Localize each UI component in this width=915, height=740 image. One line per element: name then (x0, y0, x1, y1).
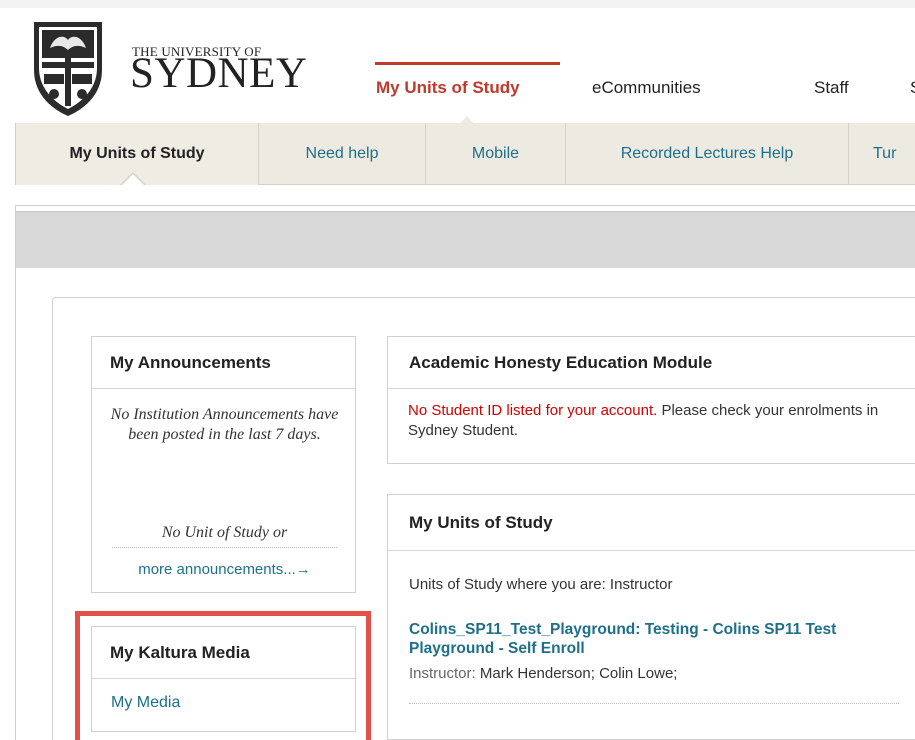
site-header: THE UNIVERSITY OF SYDNEY My Units of Stu… (0, 0, 915, 129)
academic-honesty-title: Academic Honesty Education Module (388, 337, 915, 389)
subtab-truncated-item[interactable]: Tur (849, 123, 915, 185)
topnav-my-units-of-study[interactable]: My Units of Study (376, 78, 520, 98)
university-name-large: SYDNEY (130, 50, 308, 97)
active-tab-indicator (375, 62, 560, 65)
course-link[interactable]: Colins_SP11_Test_Playground: Testing - C… (409, 620, 879, 658)
topnav-truncated-item[interactable]: S (910, 78, 915, 98)
topnav-staff[interactable]: Staff (814, 78, 849, 98)
student-id-warning: No Student ID listed for your account. (408, 402, 658, 419)
unit-announcements-text: No Unit of Study or (161, 524, 288, 541)
units-of-study-title: My Units of Study (388, 495, 915, 551)
instructor-names: Mark Henderson; Colin Lowe; (475, 665, 678, 682)
divider (409, 703, 899, 704)
subtab-recorded-lectures-help[interactable]: Recorded Lectures Help (566, 123, 849, 185)
announcements-module: My Announcements No Institution Announce… (91, 336, 356, 593)
university-crest-logo[interactable] (30, 18, 106, 118)
announcements-title: My Announcements (92, 337, 355, 389)
my-media-link[interactable]: My Media (111, 694, 180, 712)
instructor-label: Instructor: (409, 665, 476, 682)
content-header-band (16, 211, 915, 268)
kaltura-media-title: My Kaltura Media (92, 627, 355, 679)
divider (112, 547, 337, 548)
units-of-study-module: My Units of Study Units of Study where y… (387, 494, 915, 740)
sub-navigation: My Units of Study Need help Mobile Recor… (15, 123, 915, 185)
institution-announcements-text: No Institution Announcements have been p… (110, 406, 339, 443)
instructor-line: Instructor: Mark Henderson; Colin Lowe; (409, 665, 677, 682)
topnav-ecommunities[interactable]: eCommunities (592, 78, 701, 98)
role-text: Units of Study where you are: Instructor (409, 576, 673, 593)
academic-honesty-module: Academic Honesty Education Module No Stu… (387, 336, 915, 464)
subtab-mobile[interactable]: Mobile (426, 123, 566, 185)
academic-honesty-message: No Student ID listed for your account. P… (408, 401, 888, 441)
kaltura-media-module: My Kaltura Media My Media (91, 626, 356, 732)
more-announcements-link[interactable]: more announcements...→ (92, 561, 357, 578)
subtab-need-help[interactable]: Need help (259, 123, 426, 185)
subtab-caret-fill (121, 174, 145, 186)
